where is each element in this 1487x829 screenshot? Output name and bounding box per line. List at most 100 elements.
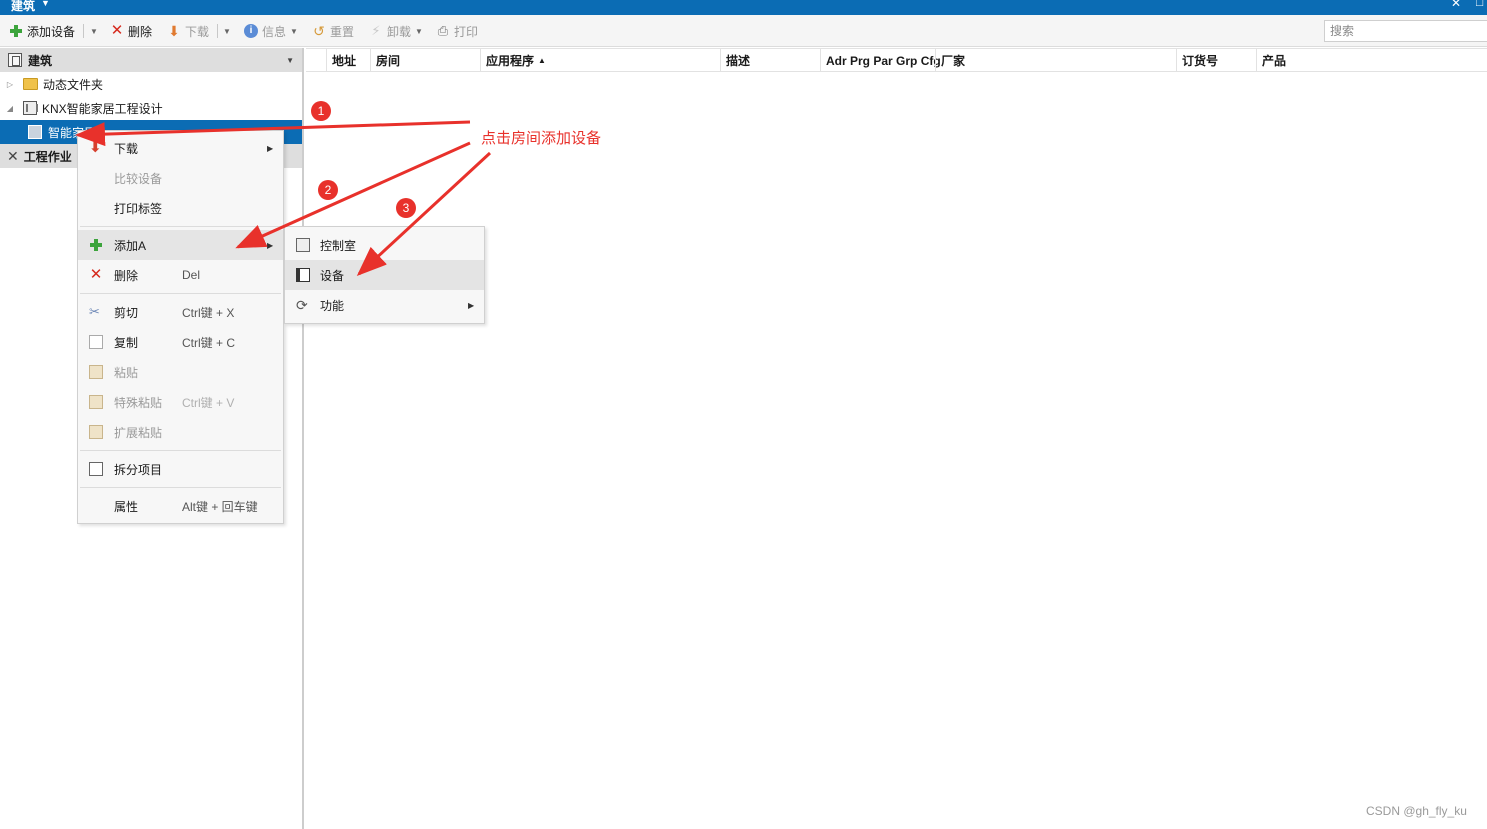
menu-item-delete[interactable]: ✕ 删除 Del — [78, 260, 283, 290]
info-label: 信息 — [262, 24, 287, 39]
column-flags[interactable]: Adr Prg Par Grp Cfg — [820, 49, 941, 72]
building-icon — [8, 53, 22, 67]
title-bar: 建筑 ▼ ✕ □ — [0, 0, 1487, 15]
add-device-button[interactable]: 添加设备 — [9, 22, 75, 40]
window-title[interactable]: 建筑 — [11, 0, 35, 14]
tree-item-project[interactable]: ◢ KNX智能家居工程设计 — [0, 96, 302, 120]
menu-item-add[interactable]: 添加A ▶ — [78, 230, 283, 260]
tree-item-dynamic-folders[interactable]: ▷ 动态文件夹 — [0, 72, 302, 96]
column-label: 应用程序 — [486, 54, 535, 68]
print-button[interactable]: ⎙ 打印 — [436, 22, 478, 40]
unload-button[interactable]: ⚡ 卸载 ▼ — [369, 22, 423, 40]
menu-item-cut[interactable]: ✂ 剪切 Ctrl键 + X — [78, 297, 283, 327]
delete-icon: ✕ — [110, 22, 124, 39]
add-device-dropdown[interactable]: ▼ — [90, 22, 98, 40]
plus-icon — [9, 24, 23, 38]
submenu-item-device[interactable]: 设备 — [285, 260, 484, 290]
chevron-down-icon[interactable]: ▼ — [286, 56, 294, 65]
scissors-icon: ✂ — [89, 304, 100, 319]
info-button[interactable]: i 信息 ▼ — [244, 22, 298, 40]
split-project-icon — [89, 462, 103, 476]
submenu-item-function[interactable]: ⟳ 功能 ▶ — [285, 290, 484, 320]
column-label: Adr Prg Par Grp Cfg — [826, 53, 941, 68]
toolbar-separator — [83, 24, 84, 38]
device-table-header: 地址 房间 应用程序 ▲ 描述 Adr Prg Par Grp Cfg 厂家 订货… — [306, 48, 1487, 72]
menu-item-label: 属性 — [114, 499, 139, 514]
project-work-title: 工程作业 — [23, 149, 72, 164]
menu-item-label: 特殊粘贴 — [114, 395, 163, 410]
function-icon: ⟳ — [296, 297, 308, 313]
menu-item-label: 复制 — [114, 335, 139, 350]
column-label: 厂家 — [941, 54, 966, 68]
paste-icon — [89, 425, 103, 439]
menu-separator — [80, 293, 281, 294]
download-dropdown[interactable]: ▼ — [223, 22, 231, 40]
menu-item-label: 打印标签 — [114, 201, 163, 216]
context-menu: ⬇ 下载 ▶ 比较设备 打印标签 添加A ▶ ✕ 删除 Del ✂ 剪切 Ctr… — [77, 130, 284, 524]
menu-item-paste[interactable]: 粘贴 — [78, 357, 283, 387]
menu-item-label: 添加A — [114, 238, 147, 253]
menu-item-copy[interactable]: 复制 Ctrl键 + C — [78, 327, 283, 357]
menu-item-paste-special[interactable]: 特殊粘贴 Ctrl键 + V — [78, 387, 283, 417]
tools-icon: ✕ — [7, 147, 19, 164]
column-application[interactable]: 应用程序 ▲ — [480, 49, 720, 72]
column-label: 产品 — [1262, 54, 1287, 68]
column-order-number[interactable]: 订货号 — [1176, 49, 1256, 72]
annotation-text: 点击房间添加设备 — [481, 130, 602, 147]
menu-item-compare-device[interactable]: 比较设备 — [78, 163, 283, 193]
column-manufacturer[interactable]: 厂家 — [935, 49, 1176, 72]
room-icon — [28, 125, 42, 139]
menu-item-paste-extended[interactable]: 扩展粘贴 — [78, 417, 283, 447]
menu-item-split-project[interactable]: 拆分项目 — [78, 454, 283, 484]
collapse-icon[interactable]: ◢ — [5, 104, 15, 113]
search-input[interactable] — [1324, 20, 1487, 42]
chevron-down-icon: ▼ — [223, 26, 231, 36]
download-icon: ⬇ — [168, 23, 180, 39]
menu-item-properties[interactable]: 属性 Alt键 + 回车键 — [78, 491, 283, 521]
download-label: 下载 — [185, 24, 210, 39]
column-address[interactable]: 地址 — [326, 49, 371, 72]
tree-item-label: KNX智能家居工程设计 — [42, 101, 163, 116]
chevron-down-icon: ▼ — [290, 26, 298, 36]
step-badge-3: 3 — [396, 198, 416, 218]
column-room[interactable]: 房间 — [370, 49, 480, 72]
menu-item-shortcut: Ctrl键 + C — [182, 335, 236, 350]
plus-icon — [89, 238, 103, 252]
building-icon — [23, 101, 38, 115]
menu-item-label: 粘贴 — [114, 365, 139, 380]
pin-icon[interactable]: ✕ — [1451, 0, 1461, 10]
submenu-arrow-icon: ▶ — [468, 300, 475, 310]
submenu-item-label: 功能 — [320, 298, 345, 313]
menu-item-label: 删除 — [114, 268, 139, 283]
sort-ascending-icon: ▲ — [538, 56, 546, 65]
column-description[interactable]: 描述 — [720, 49, 820, 72]
building-panel-header[interactable]: 建筑 ▼ — [0, 48, 302, 72]
menu-item-label: 扩展粘贴 — [114, 425, 163, 440]
menu-item-label: 剪切 — [114, 305, 139, 320]
unload-label: 卸载 — [387, 24, 412, 39]
toolbar: 添加设备 ▼ ✕ 删除 ⬇ 下载 ▼ i 信息 ▼ ↺ 重置 ⚡ 卸载 ▼ ⎙ … — [0, 15, 1487, 47]
submenu-arrow-icon: ▶ — [267, 240, 274, 250]
title-dropdown-icon[interactable]: ▼ — [41, 0, 50, 8]
submenu-item-control-room[interactable]: 控制室 — [285, 230, 484, 260]
column-label: 订货号 — [1182, 54, 1219, 68]
menu-item-shortcut: Alt键 + 回车键 — [182, 499, 258, 514]
printer-icon: ⎙ — [437, 23, 449, 38]
building-panel-title: 建筑 — [28, 53, 53, 68]
folder-icon — [23, 78, 38, 90]
reset-icon: ↺ — [313, 23, 325, 39]
menu-item-label: 下载 — [114, 141, 139, 156]
tree-item-label: 动态文件夹 — [43, 77, 104, 92]
menu-item-download[interactable]: ⬇ 下载 ▶ — [78, 133, 283, 163]
reset-button[interactable]: ↺ 重置 — [312, 22, 354, 40]
device-icon — [296, 268, 310, 282]
menu-separator — [80, 226, 281, 227]
menu-item-print-labels[interactable]: 打印标签 — [78, 193, 283, 223]
step-badge-2: 2 — [318, 180, 338, 200]
delete-button[interactable]: ✕ 删除 — [110, 22, 152, 40]
column-product[interactable]: 产品 — [1256, 49, 1487, 72]
download-button[interactable]: ⬇ 下载 — [167, 22, 209, 40]
expand-icon[interactable]: ▷ — [5, 80, 15, 89]
chevron-down-icon: ▼ — [90, 26, 98, 36]
restore-icon[interactable]: □ — [1476, 0, 1483, 9]
